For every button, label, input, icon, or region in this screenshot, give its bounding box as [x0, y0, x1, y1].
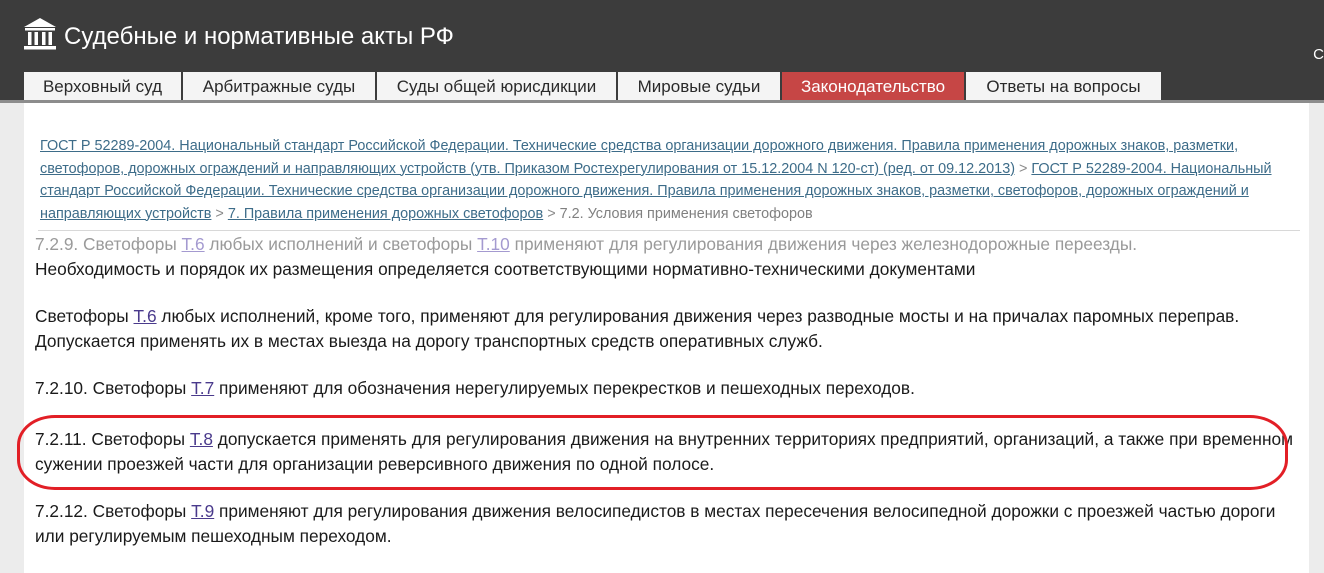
site-title[interactable]: Судебные и нормативные акты РФ — [64, 22, 454, 52]
faded-text: 7.2.9. Светофоры Т.6 любых исполнений и … — [35, 234, 1138, 254]
breadcrumb-separator: > — [215, 205, 224, 222]
tab-legislation[interactable]: Законодательство — [782, 72, 964, 102]
link-t6[interactable]: Т.6 — [182, 234, 205, 254]
tab-answers[interactable]: Ответы на вопросы — [966, 72, 1161, 102]
link-t9[interactable]: Т.9 — [191, 501, 214, 521]
courthouse-icon[interactable] — [22, 16, 58, 52]
document-area: ГОСТ Р 52289-2004. Национальный стандарт… — [24, 103, 1309, 573]
breadcrumb-link-section[interactable]: 7. Правила применения дорожных светофоро… — [228, 206, 543, 222]
tab-arbitration-courts[interactable]: Арбитражные суды — [183, 72, 375, 102]
header-corner-text[interactable]: С — [1313, 46, 1324, 64]
breadcrumb-current: 7.2. Условия применения светофоров — [559, 205, 813, 222]
main-nav: Верховный суд Арбитражные суды Суды обще… — [0, 72, 1324, 102]
paragraph-7-2-9: 7.2.9. Светофоры Т.6 любых исполнений и … — [35, 232, 1297, 281]
tab-magistrates[interactable]: Мировые судьи — [618, 72, 780, 102]
link-t8[interactable]: Т.8 — [190, 429, 213, 449]
tab-supreme-court[interactable]: Верховный суд — [24, 72, 181, 102]
paragraph-text: Необходимость и порядок их размещения оп… — [35, 258, 976, 279]
paragraph-7-2-10: 7.2.10. Светофоры Т.7 применяют для обоз… — [35, 378, 915, 398]
breadcrumb: ГОСТ Р 52289-2004. Национальный стандарт… — [40, 135, 1288, 225]
breadcrumb-separator: > — [1018, 160, 1028, 177]
link-t7[interactable]: Т.7 — [191, 378, 214, 398]
paragraph-t6-bridges: Светофоры Т.6 любых исполнений, кроме то… — [35, 306, 1240, 351]
paragraph-7-2-12: 7.2.12. Светофоры Т.9 применяют для регу… — [35, 501, 1276, 546]
link-t6[interactable]: Т.6 — [134, 306, 157, 326]
breadcrumb-separator: > — [547, 205, 556, 222]
site-header: Судебные и нормативные акты РФ С — [0, 0, 1324, 72]
tab-general-courts[interactable]: Суды общей юрисдикции — [377, 72, 616, 102]
link-t10[interactable]: Т.10 — [477, 234, 510, 254]
breadcrumb-divider — [38, 230, 1300, 231]
paragraph-7-2-11: 7.2.11. Светофоры Т.8 допускается примен… — [35, 429, 1293, 474]
